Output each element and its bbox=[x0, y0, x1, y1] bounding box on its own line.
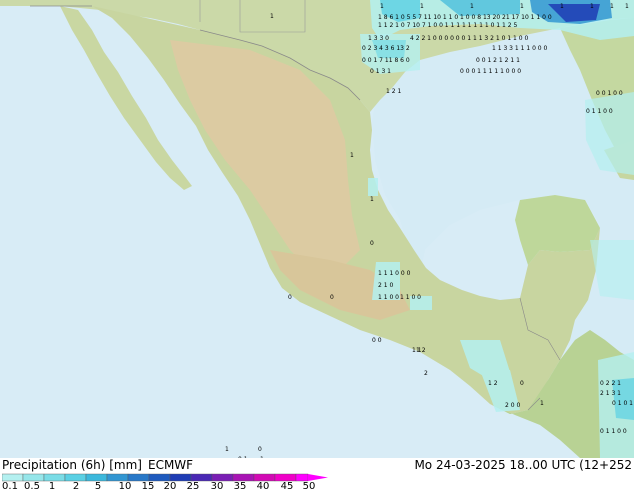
scale-tick-label: 5 bbox=[94, 481, 102, 492]
precip-value-label: 0 1 1 0 0 bbox=[586, 108, 613, 115]
scale-tick-label: 50 bbox=[302, 481, 316, 492]
scale-tick-label: 0.1 bbox=[2, 481, 18, 492]
precip-value-label: 1 bbox=[625, 3, 629, 10]
map-canvas: 1 1 1 1 1 1 1 1 1 1 8 6 1 0 5 5 7 11 10 1 1 0 1 0… bbox=[0, 0, 634, 463]
precip-value-label: 0 0 0 1 1 1 1 1 0 0 0 bbox=[460, 68, 521, 75]
precip-value-label: 1 1 3 3 1 1 1 0 0 0 bbox=[492, 45, 548, 52]
scale-tick-label: 1 bbox=[48, 481, 56, 492]
scale-segment bbox=[190, 473, 213, 482]
scale-segment bbox=[274, 473, 297, 482]
scale-segment bbox=[43, 473, 66, 482]
scale-segment bbox=[253, 473, 276, 482]
precip-value-label: 0 bbox=[258, 446, 262, 453]
precip-value-label: 0 0 1 7 11 8 6 0 bbox=[362, 57, 410, 64]
precip-value-label: 1 bbox=[350, 152, 354, 159]
precip-value-label: 0 1 3 1 bbox=[370, 68, 391, 75]
precip-value-label: 0 1 0 1 bbox=[612, 400, 633, 407]
scale-tick-label: 35 bbox=[233, 481, 247, 492]
precip-value-label: 0 0 1 0 0 bbox=[596, 90, 623, 97]
precipitation-map[interactable]: 1 1 1 1 1 1 1 1 1 1 8 6 1 0 5 5 7 11 10 1 1 0 1 0… bbox=[0, 0, 634, 463]
precip-value-label: 1 2 bbox=[416, 347, 426, 354]
title-text: Precipitation (6h) [mm] bbox=[2, 458, 142, 472]
precip-value-label: 1 bbox=[370, 196, 374, 203]
precip-value-label: 1 1 1 0 0 0 bbox=[378, 270, 411, 277]
precip-value-label: 0 0 1 2 1 2 1 1 bbox=[476, 57, 520, 64]
model-name: ECMWF bbox=[147, 458, 194, 472]
precip-value-label: 4 2 2 1 0 0 0 0 0 0 1 1 1 3 2 1 0 1 1 0 … bbox=[410, 35, 528, 42]
scale-segment bbox=[211, 473, 234, 482]
precip-value-label: 0 1 1 0 0 bbox=[600, 428, 627, 435]
precip-value-label: 0 bbox=[370, 240, 374, 247]
precip-value-label: 1 1 0 0 bbox=[400, 294, 421, 301]
precip-value-label: 1 bbox=[470, 3, 474, 10]
precip-value-label: 1 bbox=[590, 3, 594, 10]
scale-segment bbox=[106, 473, 129, 482]
precip-value-label: 1 1 0 0 bbox=[378, 294, 399, 301]
valid-time: Mo 24-03-2025 18..00 UTC (12+252 bbox=[414, 458, 632, 472]
precip-value-label: 2 1 3 1 bbox=[600, 390, 621, 397]
precip-value-label: 1 bbox=[270, 13, 274, 20]
scale-tick-label: 25 bbox=[186, 481, 200, 492]
scale-segment bbox=[127, 473, 150, 482]
scale-tick-label: 2 bbox=[72, 481, 80, 492]
scale-segment bbox=[232, 473, 255, 482]
scale-segment bbox=[85, 473, 108, 482]
product-title: Precipitation (6h) [mm] ECMWF bbox=[2, 458, 193, 472]
precip-value-label: 2 0 0 bbox=[505, 402, 520, 409]
precip-value-label: 1 bbox=[225, 446, 229, 453]
precip-value-label: 1 bbox=[610, 3, 614, 10]
scale-tick-label: 0.5 bbox=[24, 481, 40, 492]
scale-tick-label: 30 bbox=[210, 481, 224, 492]
scale-tick-label: 20 bbox=[163, 481, 177, 492]
precip-value-label: 1 8 6 1 0 5 5 7 11 10 1 1 0 1 0 0 8 13 2… bbox=[378, 14, 552, 21]
precip-value-label: 1 bbox=[520, 3, 524, 10]
scale-segment bbox=[295, 473, 309, 482]
precip-value-label: 1 bbox=[380, 3, 384, 10]
precip-value-label: 1 1 2 1 0 7 10 7 1 0 0 1 1 1 1 1 1 1 1 0… bbox=[378, 22, 517, 29]
scale-segment bbox=[2, 473, 24, 482]
precip-value-label: 2 1 0 bbox=[378, 282, 393, 289]
scale-tick-label: 10 bbox=[118, 481, 132, 492]
scale-segment bbox=[169, 473, 192, 482]
precip-value-label: 0 bbox=[288, 294, 292, 301]
scale-segment bbox=[22, 473, 45, 482]
precip-value-label: 1 2 1 bbox=[386, 88, 401, 95]
scale-tick-label: 15 bbox=[141, 481, 155, 492]
scale-tick-label: 40 bbox=[256, 481, 270, 492]
precip-value-label: 2 bbox=[424, 370, 428, 377]
precip-value-label: 1 3 3 0 bbox=[368, 35, 389, 42]
precip-value-label: 0 bbox=[330, 294, 334, 301]
precip-value-label: 0 bbox=[520, 380, 524, 387]
precip-value-label: 0 2 2 1 bbox=[600, 380, 621, 387]
scale-segment bbox=[148, 473, 171, 482]
scale-arrow bbox=[308, 474, 328, 481]
map-footer: Precipitation (6h) [mm] ECMWF Mo 24-03-20… bbox=[0, 458, 634, 492]
scale-tick-label: 45 bbox=[280, 481, 294, 492]
precip-value-label: 0 2 3 4 3 6 13 2 bbox=[362, 45, 410, 52]
precip-value-label: 1 bbox=[540, 400, 544, 407]
precip-value-label: 1 bbox=[420, 3, 424, 10]
scale-segment bbox=[64, 473, 87, 482]
precip-value-label: 1 2 bbox=[488, 380, 498, 387]
precip-value-label: 1 bbox=[560, 3, 564, 10]
precip-value-label: 0 0 bbox=[372, 337, 382, 344]
